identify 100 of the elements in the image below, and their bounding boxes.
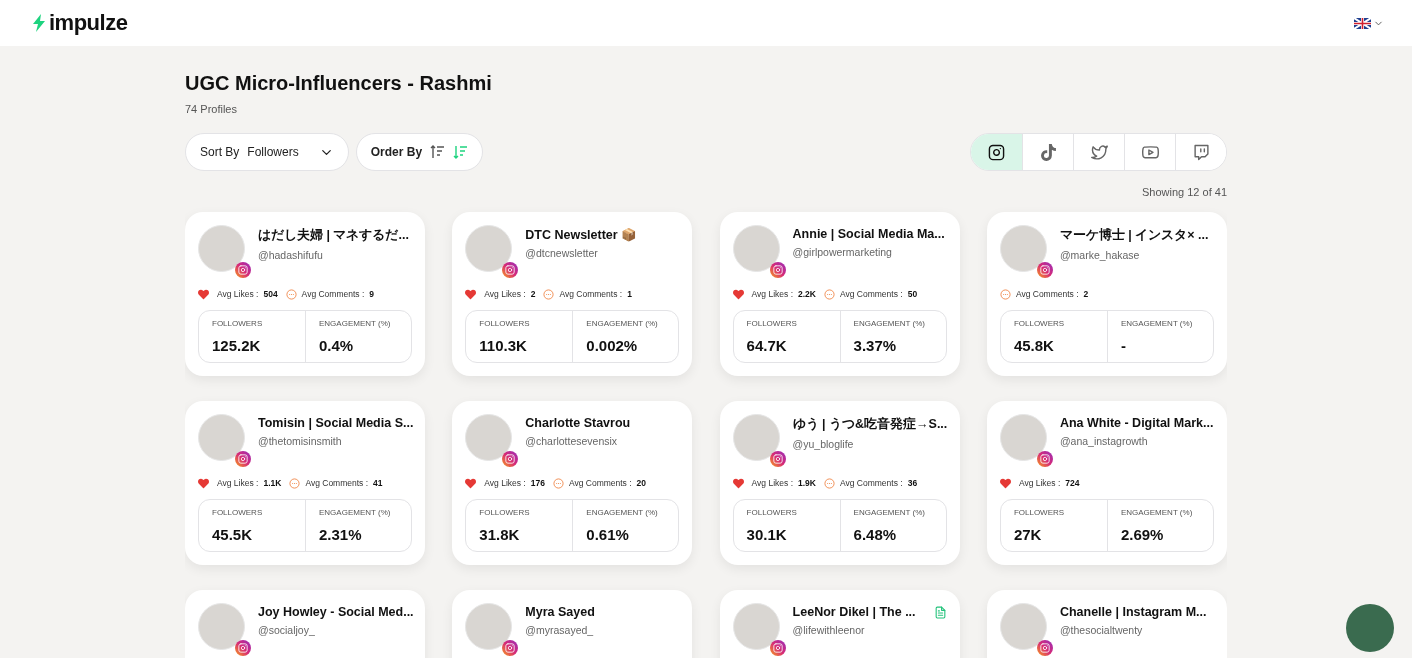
profile-handle: @myrasayed_	[525, 624, 595, 636]
twitter-icon	[1090, 143, 1108, 161]
avatar-photo-placeholder	[198, 414, 245, 461]
profile-card[interactable]: Charlotte Stavrou @charlottesevensix Avg Likes : 176 Avg Comments : 20 FOLLOWERS 31.8K ENGAGEMENT (%) 0.61%	[452, 401, 693, 565]
instagram-badge-icon	[769, 640, 786, 656]
profile-card[interactable]: Tomisin | Social Media S... @thetomisinsmith Avg Likes : 1.1K Avg Comments : 41 FOLLOWERS 45.5K ENGAGEMENT (%) 2.31%	[185, 401, 425, 565]
profile-card[interactable]: はだし夫婦 | マネするだ... @hadashifufu Avg Likes : 504 Avg Comments : 9 FOLLOWERS 125.2K ENGAGEMENT (%) 0.4%	[185, 212, 425, 376]
comment-icon	[552, 477, 564, 489]
engagement-label: ENGAGEMENT (%)	[853, 319, 926, 328]
profile-handle: @ana_instagrowth	[1059, 435, 1149, 447]
sort-ascending-icon[interactable]	[430, 145, 446, 159]
engagement-value: -	[1120, 337, 1127, 354]
followers-label: FOLLOWERS	[212, 319, 264, 328]
profile-name: ゆう | うつ&吃音発症→S...	[792, 416, 948, 433]
followers-label: FOLLOWERS	[479, 319, 531, 328]
avg-comments-label: Avg Comments :	[840, 478, 903, 488]
avatar-photo-placeholder	[732, 414, 780, 461]
twitch-tab[interactable]	[1175, 134, 1226, 170]
heart-icon	[999, 477, 1011, 489]
avg-comments-value: 20	[636, 478, 647, 488]
avg-likes-label: Avg Likes :	[484, 289, 526, 299]
engagement-value: 0.002%	[586, 337, 639, 354]
avg-likes-label: Avg Likes :	[1018, 478, 1061, 488]
avg-likes-label: Avg Likes :	[484, 478, 526, 488]
followers-value: 30.1K	[746, 526, 788, 543]
chat-button[interactable]	[1346, 604, 1394, 652]
engagement-label: ENGAGEMENT (%)	[586, 319, 659, 328]
profile-handle: @hadashifufu	[258, 249, 324, 261]
profile-name: Joy Howley - Social Med...	[258, 605, 414, 619]
avg-likes-value: 2.2K	[798, 289, 816, 299]
followers-value: 31.8K	[479, 526, 521, 543]
comment-icon	[824, 477, 835, 489]
avatar-photo-placeholder	[465, 225, 513, 272]
followers-label: FOLLOWERS	[212, 508, 264, 517]
engagement-value: 3.37%	[853, 337, 898, 354]
comment-icon	[999, 288, 1011, 300]
instagram-badge-icon	[1036, 262, 1053, 278]
heart-icon	[198, 288, 209, 300]
profile-card[interactable]: LeeNor Dikel | The ... @lifewithleenor	[719, 590, 960, 658]
followers-value: 64.7K	[746, 337, 788, 354]
followers-label: FOLLOWERS	[479, 508, 531, 517]
comment-icon	[543, 288, 555, 300]
instagram-badge-icon	[502, 262, 519, 278]
engagement-value: 2.31%	[319, 526, 363, 543]
engagement-label: ENGAGEMENT (%)	[586, 508, 659, 517]
instagram-badge-icon	[1036, 451, 1053, 467]
heart-icon	[198, 477, 209, 489]
profile-name: Annie | Social Media Ma...	[792, 227, 945, 241]
instagram-badge-icon	[235, 640, 251, 656]
avatar-photo-placeholder	[999, 225, 1047, 272]
profile-count: 74 Profiles	[185, 103, 238, 115]
profile-card[interactable]: DTC Newsletter 📦 @dtcnewsletter Avg Likes : 2 Avg Comments : 1 FOLLOWERS 110.3K ENGAGEMENT (%) 0.002%	[452, 212, 693, 376]
page-title: UGC Micro-Influencers - Rashmi	[185, 72, 493, 95]
showing-count: Showing 12 of 41	[1141, 186, 1227, 198]
avg-comments-value: 1	[627, 289, 632, 299]
profile-handle: @charlottesevensix	[525, 435, 619, 447]
heart-icon	[732, 477, 744, 489]
profile-name: DTC Newsletter 📦	[525, 227, 638, 242]
profile-handle: @dtcnewsletter	[525, 247, 599, 259]
instagram-badge-icon	[502, 451, 519, 467]
engagement-label: ENGAGEMENT (%)	[1120, 508, 1194, 517]
avg-comments-value: 2	[1083, 289, 1089, 299]
language-selector[interactable]	[1354, 17, 1384, 29]
followers-label: FOLLOWERS	[746, 508, 798, 517]
avg-comments-value: 36	[907, 478, 918, 488]
avg-comments-value: 41	[373, 478, 383, 488]
profile-card[interactable]: Ana White - Digital Mark... @ana_instagrowth Avg Likes : 724 FOLLOWERS 27K ENGAGEMENT (%) 2.69%	[986, 401, 1227, 565]
avg-likes-value: 724	[1065, 478, 1080, 488]
profile-name: LeeNor Dikel | The ...	[792, 605, 916, 619]
avatar-photo-placeholder	[198, 603, 245, 650]
avatar-photo-placeholder	[732, 603, 780, 650]
instagram-badge-icon	[502, 640, 519, 656]
profile-card[interactable]: Annie | Social Media Ma... @girlpowermarketing Avg Likes : 2.2K Avg Comments : 50 FOLLOWERS 64.7K ENGAGEMENT (%) 3.37%	[719, 212, 960, 376]
heart-icon	[465, 288, 477, 300]
profile-card[interactable]: Joy Howley - Social Med... @socialjoy_	[185, 590, 425, 658]
order-by-control[interactable]: Order By	[355, 133, 484, 171]
profile-handle: @socialjoy_	[258, 624, 316, 636]
followers-value: 110.3K	[479, 337, 528, 354]
impulze-logo: impulze	[32, 10, 128, 36]
avg-comments-label: Avg Comments :	[568, 478, 632, 488]
engagement-value: 0.61%	[586, 526, 630, 543]
profile-card[interactable]: ゆう | うつ&吃音発症→S... @yu_bloglife Avg Likes : 1.9K Avg Comments : 36 FOLLOWERS 30.1K ENGAGEMENT (%) 6.48%	[719, 401, 960, 565]
profile-name: Ana White - Digital Mark...	[1059, 416, 1214, 430]
profile-name: Tomisin | Social Media S...	[258, 416, 414, 430]
instagram-tab[interactable]	[971, 134, 1022, 170]
sort-by-dropdown[interactable]: Sort By Followers	[185, 133, 349, 171]
avatar-photo-placeholder	[465, 603, 513, 650]
engagement-label: ENGAGEMENT (%)	[319, 319, 392, 328]
profile-card[interactable]: マーケ博士 | インスタ× ... @marke_hakase Avg Comments : 2 FOLLOWERS 45.8K ENGAGEMENT (%) -	[986, 212, 1227, 376]
engagement-label: ENGAGEMENT (%)	[319, 508, 392, 517]
profile-card[interactable]: Chanelle | Instagram M... @thesocialtwenty	[986, 590, 1227, 658]
engagement-value: 0.4%	[319, 337, 355, 354]
profile-handle: @girlpowermarketing	[792, 246, 893, 258]
profile-handle: @lifewithleenor	[792, 624, 866, 636]
profile-name: Chanelle | Instagram M...	[1059, 605, 1207, 619]
profile-card[interactable]: Myra Sayed @myrasayed_	[452, 590, 693, 658]
avg-likes-value: 504	[263, 289, 278, 299]
instagram-badge-icon	[235, 262, 251, 278]
avg-likes-label: Avg Likes :	[751, 289, 793, 299]
followers-label: FOLLOWERS	[1013, 319, 1066, 328]
